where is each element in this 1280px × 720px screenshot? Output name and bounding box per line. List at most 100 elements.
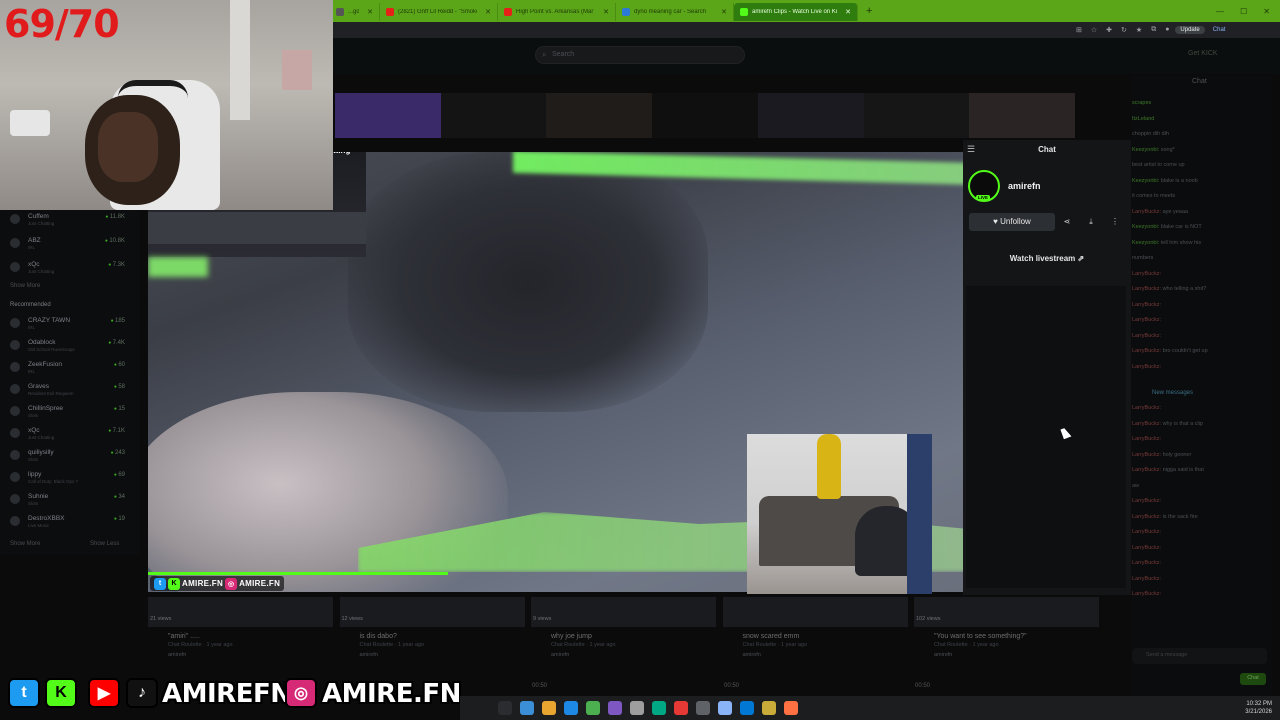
taskbar-app-icon[interactable]	[542, 701, 556, 715]
sidebar-channel-item[interactable]: CuffemJust Chatting 11.8K	[10, 213, 125, 227]
chat-username[interactable]: LarryBuckz:	[1132, 421, 1161, 427]
taskbar-app-icon[interactable]	[762, 701, 776, 715]
thumbnail[interactable]	[757, 93, 864, 138]
chat-username[interactable]: LarryBuckz:	[1132, 545, 1161, 551]
clip-title[interactable]: snow scared emm	[743, 633, 800, 640]
chat-username[interactable]: LarryBuckz:	[1132, 467, 1161, 473]
pip-video[interactable]	[747, 434, 932, 594]
clip-channel[interactable]: amirefn	[743, 652, 761, 658]
taskbar-app-icon[interactable]	[498, 701, 512, 715]
chat-username[interactable]: Keezyonbi:	[1132, 178, 1159, 184]
browser-tab[interactable]: amirefn Clips - Watch Live on Kick ✕	[734, 3, 858, 21]
tab-close-icon[interactable]: ✕	[367, 8, 373, 16]
favorites-icon[interactable]: ★	[1136, 26, 1142, 34]
new-tab-button[interactable]: +	[858, 5, 880, 17]
get-kick-button[interactable]: Get KICK	[1188, 50, 1218, 57]
minimize-icon[interactable]: —	[1216, 7, 1224, 16]
clip-title[interactable]: why joe jump	[551, 633, 592, 640]
clip-channel[interactable]: amirefn	[934, 652, 952, 658]
chat-username[interactable]: LarryBuckz:	[1132, 348, 1161, 354]
chat-send-button[interactable]: Chat	[1240, 673, 1266, 685]
tab-close-icon[interactable]: ✕	[485, 8, 491, 16]
chat-username[interactable]: scrapes	[1132, 100, 1151, 106]
sidebar-channel-item[interactable]: OdablockOld School RuneScape 7.4K	[10, 339, 125, 353]
update-button[interactable]: Update	[1175, 26, 1205, 34]
channel-name[interactable]: amirefn	[1008, 181, 1041, 191]
sidebar-channel-item[interactable]: ChillinSpreeSlots 15	[10, 405, 125, 419]
video-progress-bar[interactable]	[148, 572, 448, 575]
show-less-link[interactable]: Show Less	[90, 541, 119, 547]
chat-username[interactable]: LarryBuckz:	[1132, 333, 1161, 339]
sidebar-channel-item[interactable]: quiliysillySlots 243	[10, 449, 125, 463]
sidebar-channel-item[interactable]: GravesResident Evil Requiem 58	[10, 383, 125, 397]
taskbar-app-icon[interactable]	[630, 701, 644, 715]
chat-username[interactable]: Keezyonbi:	[1132, 224, 1159, 230]
chat-username[interactable]: LarryBuckz:	[1132, 286, 1161, 292]
system-clock[interactable]: 10:32 PM 3/21/2026	[1245, 700, 1272, 716]
collections-icon[interactable]: ⧉	[1151, 26, 1156, 34]
clip-card[interactable]: 102 views "You want to see something?" Cha…	[914, 597, 1099, 667]
clip-title[interactable]: "amiri" .....	[168, 633, 200, 640]
taskbar-app-icon[interactable]	[520, 701, 534, 715]
refresh-icon[interactable]: ↻	[1121, 26, 1127, 34]
sidebar-channel-item[interactable]: lippyCall of Duty: Black Ops 7 69	[10, 471, 125, 485]
chat-username[interactable]: LarryBuckz:	[1132, 452, 1161, 458]
thumbnail[interactable]	[546, 93, 653, 138]
sidebar-channel-item[interactable]: xQcJust Chatting 7.3K	[10, 261, 125, 275]
taskbar-app-icon[interactable]	[718, 701, 732, 715]
unfollow-button[interactable]: ♥ Unfollow	[969, 213, 1055, 231]
search-input[interactable]: Search	[535, 46, 745, 64]
taskbar-app-icon[interactable]	[564, 701, 578, 715]
thumbnail[interactable]	[863, 93, 970, 138]
sidebar-channel-item[interactable]: ZeekFusionIRL 60	[10, 361, 125, 375]
browser-tab[interactable]: ...gdadmaster ✕	[330, 3, 380, 21]
taskbar-app-icon[interactable]	[696, 701, 710, 715]
clip-card[interactable]: 12 views is dis dabo? Chat Roulette · 1 ye…	[339, 597, 525, 667]
clip-thumbnail[interactable]	[339, 597, 525, 627]
more-options-icon[interactable]: ⋮	[1106, 213, 1124, 231]
chat-username[interactable]: LarryBuckz:	[1132, 364, 1161, 370]
clip-title[interactable]: is dis dabo?	[360, 633, 397, 640]
copilot-chat-button[interactable]: Chat	[1213, 27, 1226, 33]
taskbar-app-icon[interactable]	[674, 701, 688, 715]
clip-card[interactable]: 21 views "amiri" ..... Chat Roulette · 1 y…	[148, 597, 333, 667]
clip-thumbnail[interactable]	[148, 597, 333, 627]
chat-username[interactable]: LarryBuckz:	[1132, 514, 1161, 520]
browser-tab[interactable]: (2821) Gnff Lil Reidd - "Smoke Sho... ✕	[380, 3, 498, 21]
tab-close-icon[interactable]: ✕	[721, 8, 727, 16]
chat-username[interactable]: LarryBuckz:	[1132, 436, 1161, 442]
sidebar-channel-item[interactable]: SuhnieSlots 34	[10, 493, 125, 507]
chat-username[interactable]: LarryBuckz:	[1132, 591, 1161, 597]
taskbar-app-icon[interactable]	[784, 701, 798, 715]
taskbar-app-icon[interactable]	[586, 701, 600, 715]
chat-username[interactable]: LarryBuckz:	[1132, 317, 1161, 323]
chat-username[interactable]: Keezyonbi:	[1132, 147, 1159, 153]
browser-tab[interactable]: dyno meaning car - Search ✕	[616, 3, 734, 21]
sidebar-channel-item[interactable]: xQcJust Chatting 7.1K	[10, 427, 125, 441]
tab-close-icon[interactable]: ✕	[603, 8, 609, 16]
maximize-icon[interactable]: ☐	[1240, 7, 1247, 16]
chat-send-input[interactable]: Send a message	[1132, 648, 1267, 664]
chat-username[interactable]: LarryBuckz:	[1132, 271, 1161, 277]
taskbar-app-icon[interactable]	[740, 701, 754, 715]
sidebar-channel-item[interactable]: CRAZY TAWNIRL 185	[10, 317, 125, 331]
chat-username[interactable]: LarryBuckz:	[1132, 209, 1161, 215]
share-icon[interactable]: ⋖	[1058, 213, 1076, 231]
clip-card[interactable]: 9 views why joe jump Chat Roulette · 1 yea…	[531, 597, 716, 667]
clip-thumbnail[interactable]	[531, 597, 716, 627]
thumbnail[interactable]	[440, 93, 547, 138]
chat-username[interactable]: LarryBuckz:	[1132, 529, 1161, 535]
chat-username[interactable]: Keezyonbi:	[1132, 240, 1159, 246]
taskbar-app-icon[interactable]	[608, 701, 622, 715]
chat-username[interactable]: LarryBuckz:	[1132, 498, 1161, 504]
download-icon[interactable]: ⤓	[1082, 213, 1100, 231]
new-messages-divider[interactable]: New messages	[1152, 390, 1193, 396]
browser-tab[interactable]: High Point vs. Arkansas (Mar 21, 2... ✕	[498, 3, 616, 21]
clip-thumbnail[interactable]	[722, 597, 908, 627]
sidebar-channel-item[interactable]: DestroXBBXLive Music 19	[10, 515, 125, 529]
clip-thumbnail[interactable]	[914, 597, 1099, 627]
chat-username[interactable]: LarryBuckz:	[1132, 302, 1161, 308]
chat-username[interactable]: LarryBuckz:	[1132, 560, 1161, 566]
clip-card[interactable]: snow scared emm Chat Roulette · 1 year ag…	[722, 597, 908, 667]
star-icon[interactable]: ☆	[1091, 26, 1097, 34]
